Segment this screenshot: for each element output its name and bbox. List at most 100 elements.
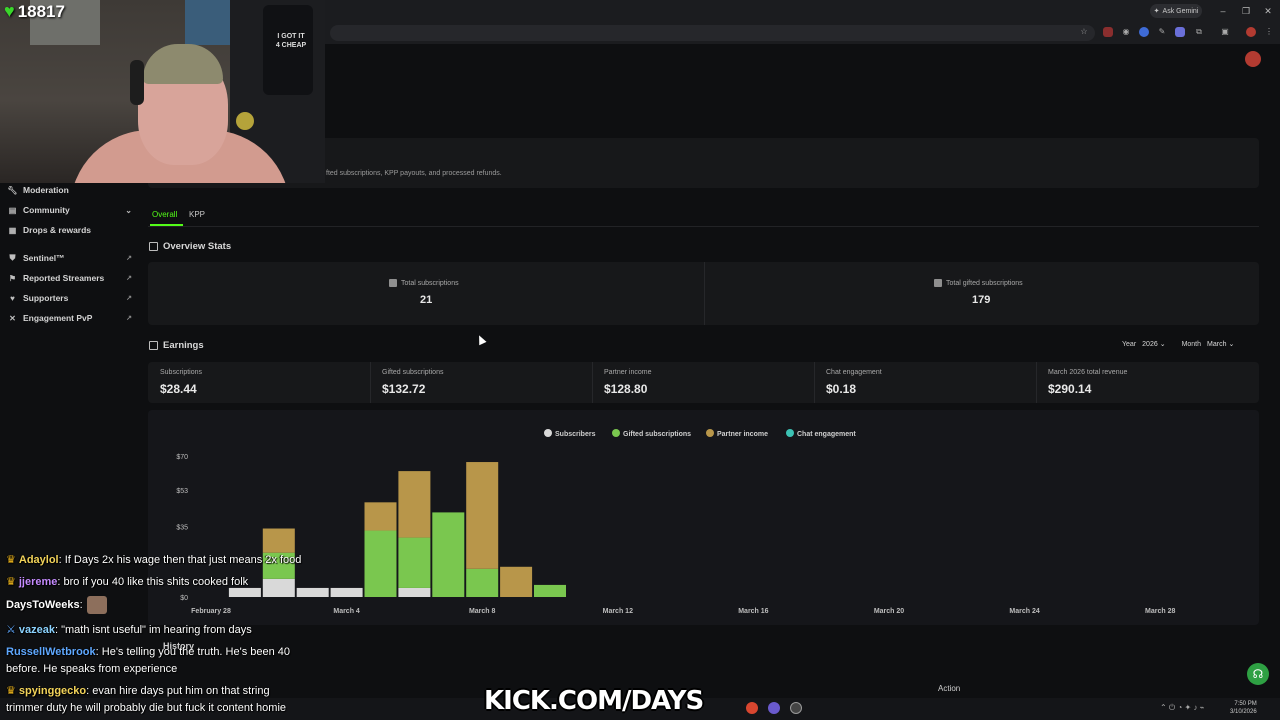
extension-icon[interactable] [1103, 27, 1113, 37]
earnings-label: March 2026 total revenue [1048, 369, 1128, 376]
chart-icon [149, 242, 158, 251]
user-avatar[interactable] [1245, 51, 1261, 67]
support-chat-button[interactable]: ☊ [1247, 663, 1269, 685]
chat-message: trimmer duty he will probably die but fu… [6, 700, 286, 716]
wall-poster [185, 0, 230, 45]
sidebar-item-engagement-pvp[interactable]: ✕ Engagement PvP ↗ [8, 310, 132, 326]
total-gifted-label: Total gifted subscriptions [934, 279, 1023, 287]
chat-overlay: ♛ Adaylol: If Days 2x his wage then that … [0, 550, 360, 720]
streamer-cap [143, 44, 223, 84]
x-tick-label: March 16 [738, 608, 768, 615]
tab-kpp[interactable]: KPP [189, 210, 205, 219]
chevron-down-icon: ⌄ [125, 205, 132, 215]
bar-segment [398, 537, 431, 588]
screen: ✦ Ask Gemini – ❐ ✕ ☆ ◉ ✎ ⧉ ▣ ⋮ 🔧︎ Modera… [0, 0, 1280, 720]
x-tick-label: March 8 [469, 608, 496, 615]
month-label: Month [1181, 340, 1202, 348]
sub-counter: ♥ 18817 [4, 1, 65, 22]
external-link-icon: ↗ [126, 255, 132, 262]
extension-icon[interactable] [1175, 27, 1185, 37]
chat-message: ♛ jjereme: bro if you 40 like this shits … [6, 574, 248, 590]
headset [130, 60, 144, 105]
sidebar-item-drops[interactable]: ▦ Drops & rewards [8, 222, 132, 238]
sub-count-value: 18817 [17, 1, 65, 21]
profile-icon[interactable] [1246, 27, 1256, 37]
earnings-label: Partner income [604, 369, 652, 376]
bar-segment [398, 587, 431, 597]
address-bar[interactable] [330, 25, 1095, 41]
chrome-icon[interactable] [746, 702, 758, 714]
hanging-shirt [263, 5, 313, 95]
sidebar-item-supporters[interactable]: ♥ Supporters ↗ [8, 290, 132, 306]
legend-swatch [612, 429, 620, 437]
earnings-filters: Year 2026 ⌄ Month March ⌄ [1122, 340, 1234, 349]
tray-icons[interactable]: ⌃ ⏻ ◔ ✦ ♪ ⌁ [1160, 703, 1205, 713]
chat-username[interactable]: DaysToWeeks [6, 599, 80, 611]
ask-gemini-button[interactable]: ✦ Ask Gemini [1150, 4, 1202, 18]
sidebar-item-sentinel[interactable]: ⛊ Sentinel™ ↗ [8, 250, 133, 266]
star-icon[interactable]: ☆ [1079, 27, 1089, 37]
obs-icon[interactable] [790, 702, 802, 714]
kick-banner: KICK.COM/DAYS [484, 686, 704, 716]
close-icon[interactable]: ✕ [1261, 4, 1275, 18]
menu-dots-icon[interactable]: ⋮ [1264, 27, 1274, 37]
ask-gemini-label: Ask Gemini [1162, 7, 1199, 15]
restore-icon[interactable]: ❐ [1239, 4, 1253, 18]
clock[interactable]: 7:50 PM 3/10/2026 [1230, 700, 1257, 716]
chat-username[interactable]: spyinggecko [19, 685, 86, 697]
legend-swatch [786, 429, 794, 437]
sidebar-item-label: Sentinel™ [23, 253, 65, 263]
sidebar-item-label: Moderation [23, 185, 69, 195]
x-tick-label: March 20 [874, 608, 904, 615]
legend-label: Gifted subscriptions [623, 431, 691, 438]
legend-swatch [544, 429, 552, 437]
total-gifted-value: 179 [972, 294, 991, 306]
earnings-summary: Subscriptions $28.44 Gifted subscription… [148, 362, 1259, 403]
earnings-label: Chat engagement [826, 369, 882, 376]
earnings-heading: Earnings [149, 340, 204, 351]
discord-icon[interactable] [768, 702, 780, 714]
earnings-cell-chat: Chat engagement $0.18 [814, 362, 1036, 403]
earnings-cell-subscriptions: Subscriptions $28.44 [148, 362, 370, 403]
chat-text: before. He speaks from experience [6, 663, 178, 675]
chart-icon [389, 279, 397, 287]
chat-text: : He's telling you the truth. He's been … [95, 646, 291, 658]
chat-username[interactable]: Adaylol [19, 554, 59, 566]
puzzle-icon[interactable]: ⧉ [1194, 27, 1204, 37]
earnings-value: $132.72 [382, 382, 426, 396]
earnings-cell-gifted: Gifted subscriptions $132.72 [370, 362, 592, 403]
sidebar-item-label: Drops & rewards [23, 225, 92, 235]
chat-username[interactable]: RussellWetbrook [6, 646, 96, 658]
shield-icon: ⛊ [9, 253, 16, 262]
y-tick-label: $70 [176, 454, 188, 461]
sidebar-item-moderation[interactable]: 🔧︎ Moderation [7, 182, 132, 198]
sidepanel-icon[interactable]: ▣ [1220, 27, 1230, 37]
earnings-title: Earnings [163, 340, 204, 351]
sidebar-item-reported-streamers[interactable]: ⚑ Reported Streamers ↗ [8, 270, 132, 286]
external-link-icon: ↗ [126, 275, 132, 282]
year-select[interactable]: 2026 ⌄ [1142, 340, 1165, 348]
chat-text: : bro if you 40 like this shits cooked f… [57, 576, 249, 588]
extension-icon[interactable]: ◉ [1121, 27, 1131, 37]
chart-icon [934, 279, 942, 287]
earnings-value: $0.18 [826, 382, 857, 396]
sidebar-item-community[interactable]: ▤ Community ⌄ [8, 202, 132, 218]
tab-overall[interactable]: Overall [152, 210, 177, 219]
earnings-cell-total: March 2026 total revenue $290.14 [1036, 362, 1259, 403]
bar-segment [432, 512, 465, 597]
bar-segment [466, 462, 499, 569]
chat-username[interactable]: jjereme [19, 576, 58, 588]
info-description: fted subscriptions, KPP payouts, and pro… [326, 170, 502, 177]
people-icon: ▤ [8, 205, 17, 215]
emote-image [86, 596, 107, 614]
overview-stats-heading: Overview Stats [149, 241, 231, 252]
chat-text: : If Days 2x his wage then that just mea… [58, 554, 302, 566]
chevron-down-icon: ⌄ [1159, 341, 1166, 348]
extension-icon[interactable] [1139, 27, 1149, 37]
month-select[interactable]: March ⌄ [1207, 340, 1234, 348]
chat-message: DaysToWeeks: [6, 596, 107, 614]
minimize-icon[interactable]: – [1216, 4, 1230, 18]
extension-icon[interactable]: ✎ [1157, 27, 1167, 37]
chat-username[interactable]: vazeak [19, 624, 55, 636]
bar-segment [364, 530, 397, 597]
